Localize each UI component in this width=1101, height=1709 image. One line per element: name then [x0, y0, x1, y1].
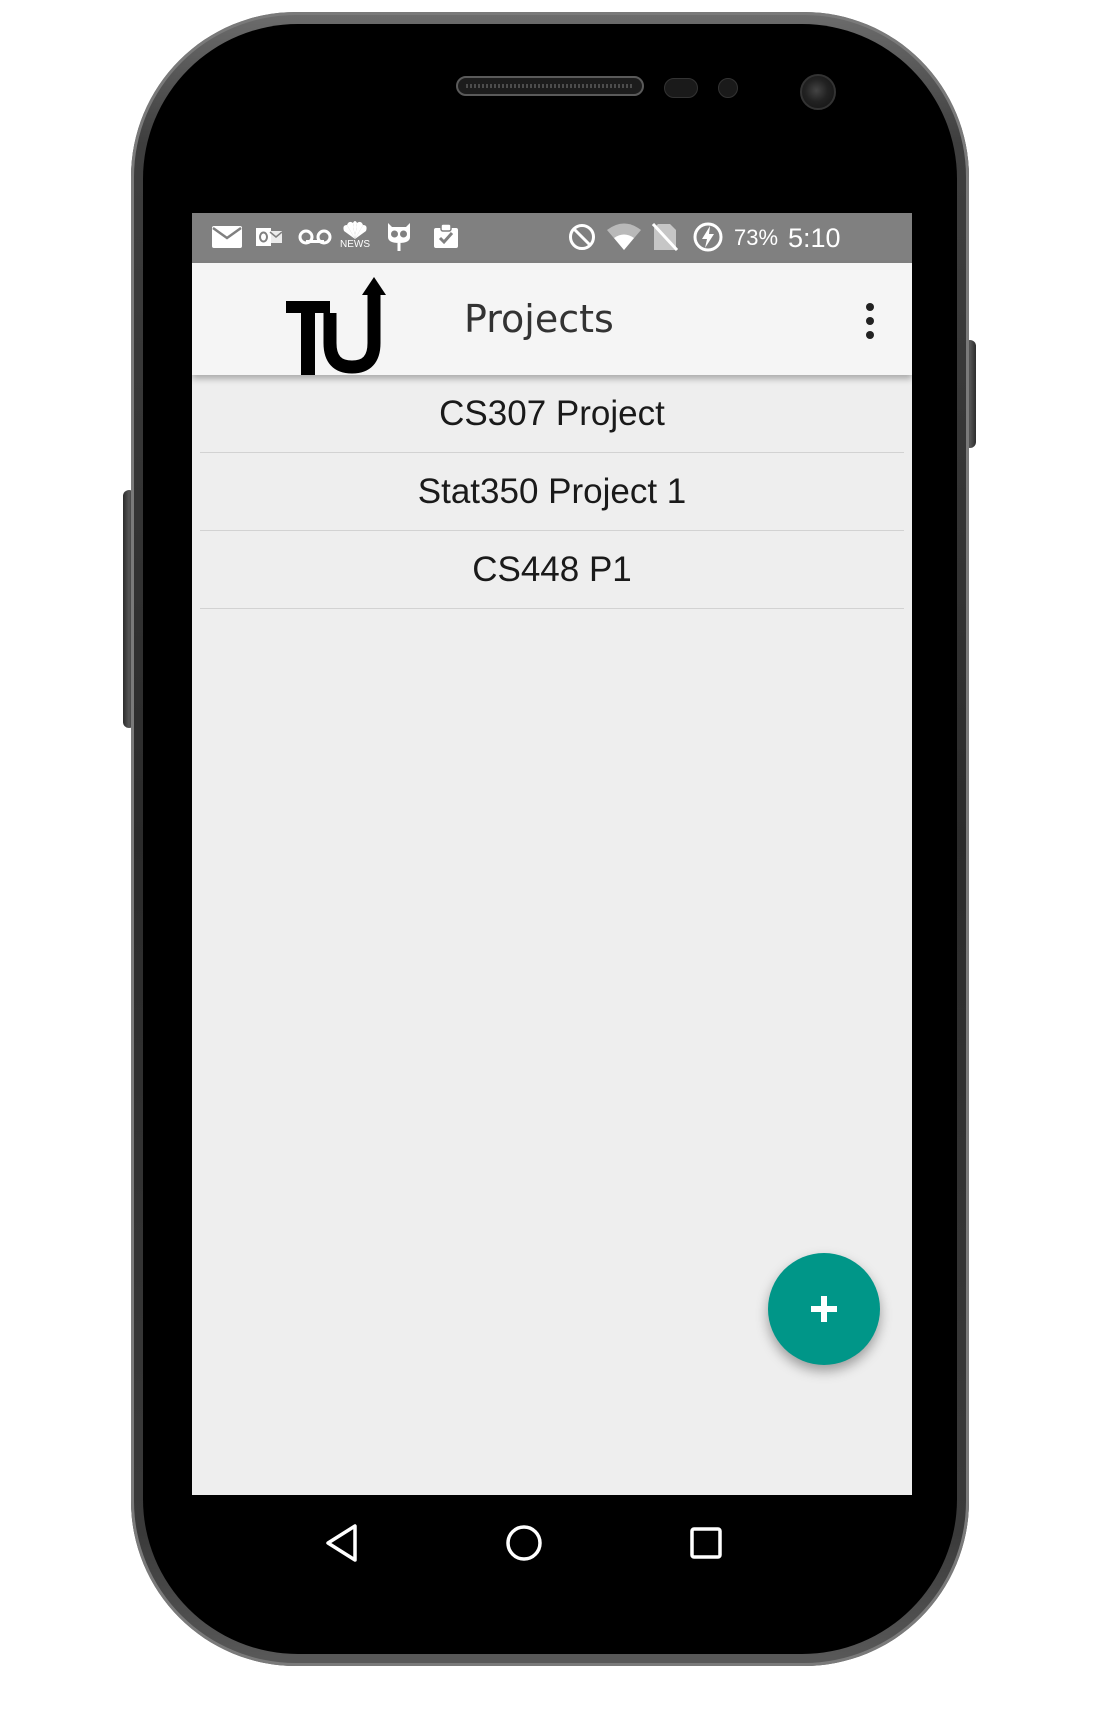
menu-dot	[866, 317, 874, 325]
list-item[interactable]: Stat350 Project 1	[200, 453, 904, 531]
do-not-disturb-icon	[568, 223, 596, 251]
page-title: Projects	[464, 297, 614, 341]
cyanogen-icon	[386, 221, 412, 253]
recents-icon[interactable]	[676, 1513, 736, 1573]
nbc-news-icon: NEWS	[340, 219, 370, 250]
screen: NEWS 73% 5:10 Projects CS307 Project Sta…	[192, 213, 912, 1495]
list-item[interactable]: CS307 Project	[200, 375, 904, 453]
home-icon[interactable]	[494, 1513, 554, 1573]
no-sim-icon	[652, 222, 678, 252]
battery-percent: 73%	[734, 225, 779, 250]
clock: 5:10	[788, 223, 841, 253]
light-sensor	[718, 78, 738, 98]
more-vert-icon[interactable]	[848, 293, 892, 349]
add-project-button[interactable]	[768, 1253, 880, 1365]
list-item[interactable]: CS448 P1	[200, 531, 904, 609]
voicemail-icon	[298, 229, 332, 245]
outlook-icon	[256, 225, 282, 249]
add-icon	[811, 1296, 837, 1322]
earpiece-speaker	[456, 76, 644, 96]
mail-icon	[212, 226, 242, 248]
app-bar: Projects	[192, 263, 912, 375]
tu-logo-graphic	[286, 277, 386, 375]
menu-dot	[866, 303, 874, 311]
wifi-icon	[606, 223, 642, 251]
clipboard-check-icon	[432, 222, 460, 250]
menu-dot	[866, 331, 874, 339]
back-icon[interactable]	[312, 1513, 372, 1573]
proximity-sensor	[664, 78, 698, 98]
nbc-news-badge: NEWS	[340, 239, 370, 250]
tu-logo	[286, 271, 386, 375]
navigation-bar	[192, 1495, 912, 1591]
front-camera	[800, 74, 836, 110]
status-bar: NEWS 73% 5:10	[192, 213, 912, 263]
project-list: CS307 Project Stat350 Project 1 CS448 P1	[200, 375, 904, 609]
battery-charging-icon	[692, 221, 724, 253]
device-mockup: NEWS 73% 5:10 Projects CS307 Project Sta…	[0, 0, 1101, 1709]
